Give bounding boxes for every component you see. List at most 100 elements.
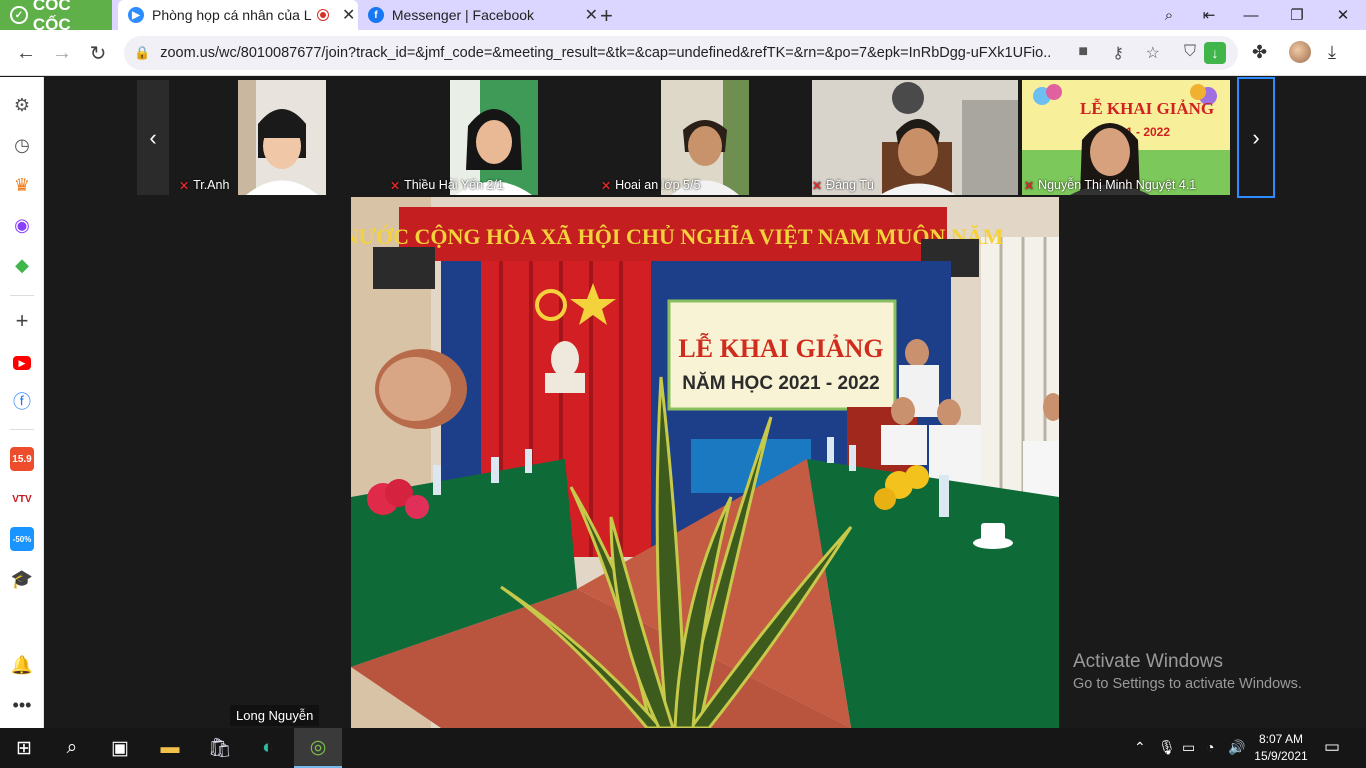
banner-text: NƯỚC CỘNG HÒA XÃ HỘI CHỦ NGHĨA VIỆT NAM … [351, 224, 1004, 249]
participant-name: ⨯ Nguyễn Thị Minh Nguyệt 4.1 [1024, 178, 1196, 192]
participant-name: ⨯ Thiều Hải Yến 2/1 [390, 178, 504, 192]
muted-mic-icon: ⨯ [390, 178, 401, 192]
sidebar-divider [10, 429, 34, 430]
messenger-icon[interactable]: ◉ [10, 213, 34, 237]
key-icon[interactable]: ⚷ [1112, 43, 1124, 63]
file-explorer-icon[interactable]: ▬ [146, 728, 194, 768]
participant-name: ⨯ Tr.Anh [179, 178, 229, 192]
coccoc-taskbar-icon[interactable]: ◎ [294, 728, 342, 768]
activation-watermark-title: Activate Windows [1073, 651, 1223, 672]
browser-sidebar: ⚙ ◷ ♛ ◉ ◆ + ▶ ⓕ 15.9 VTV -50% 🎓 🔔 ••• [0, 77, 44, 728]
profile-avatar[interactable] [1289, 41, 1311, 63]
activation-watermark-subtitle: Go to Settings to activate Windows. [1073, 676, 1302, 692]
edge-icon[interactable]: ◐ [244, 728, 292, 768]
gallery-prev-button[interactable]: ‹ [137, 80, 169, 195]
clock-date: 15/9/2021 [1254, 749, 1308, 763]
browser-toolbar: ← → ↻ 🔒 zoom.us/wc/8010087677/join?track… [0, 30, 1366, 76]
more-options-icon[interactable]: ••• [10, 693, 34, 717]
store-icon[interactable]: 🛍 [196, 728, 244, 768]
participant-video [238, 80, 326, 195]
new-tab-button[interactable]: + [600, 3, 613, 29]
tiki-icon[interactable]: -50% [10, 527, 34, 551]
participant-tile[interactable]: ⨯ Thiều Hải Yến 2/1 [388, 80, 598, 195]
task-view-icon[interactable]: ▣ [96, 728, 144, 768]
close-tab-icon[interactable]: ✕ [342, 5, 355, 25]
wifi-icon[interactable]: ◔ [1206, 739, 1214, 755]
participant-name: ⨯ Hoai an lớp 5/5 [601, 178, 700, 192]
windows-taskbar: ⊞ ⌕ ▣ ▬ 🛍 ◐ ◎ ⌃ 🎙 ▭ ◔ 🔊 8:07 AM 15/9/202… [0, 728, 1366, 768]
volume-icon[interactable]: 🔊 [1228, 739, 1245, 756]
participant-name-text: Hoai an lớp 5/5 [615, 178, 701, 192]
participant-tile[interactable]: ⨯ Đăng Tú [810, 80, 1020, 195]
address-bar[interactable]: 🔒 zoom.us/wc/8010087677/join?track_id=&j… [124, 36, 1238, 70]
back-arrow-icon[interactable]: ⇤ [1186, 0, 1232, 30]
facebook-icon: f [368, 7, 384, 23]
bookmark-star-icon[interactable]: ☆ [1146, 43, 1160, 63]
chevron-right-icon: › [1252, 124, 1260, 150]
windows-start-icon[interactable]: ⊞ [0, 728, 48, 768]
taskbar-clock[interactable]: 8:07 AM 15/9/2021 [1250, 731, 1312, 765]
coccoc-menu-button[interactable]: ✓ CỐC CỐC [0, 0, 112, 34]
participant-tile[interactable]: ⨯ Hoai an lớp 5/5 [599, 80, 809, 195]
history-icon[interactable]: ◷ [10, 133, 34, 157]
tab-strip: ✓ CỐC CỐC ▶ Phòng họp cá nhân của L ✕ f … [0, 0, 1366, 34]
recording-icon [318, 10, 328, 20]
minimize-button[interactable]: — [1228, 0, 1274, 30]
muted-mic-icon: ⨯ [601, 178, 612, 192]
muted-mic-icon: ⨯ [1024, 178, 1035, 192]
notification-bell-icon[interactable]: 🔔 [10, 653, 34, 677]
forward-button[interactable]: → [49, 40, 75, 66]
stage-year: NĂM HỌC 2021 - 2022 [682, 372, 879, 394]
tab-messenger[interactable]: f Messenger | Facebook ✕ [358, 0, 598, 30]
battery-icon[interactable]: ▭ [1182, 739, 1195, 756]
gamepad-icon[interactable]: ◆ [10, 253, 34, 277]
participant-name-text: Nguyễn Thị Minh Nguyệt 4.1 [1038, 178, 1197, 192]
sidebar-divider [10, 295, 34, 296]
active-speaker-video[interactable]: NƯỚC CỘNG HÒA XÃ HỘI CHỦ NGHĨA VIỆT NAM … [351, 197, 1059, 728]
restore-button[interactable]: ❐ [1274, 0, 1320, 30]
shopee-icon[interactable]: 15.9 [10, 447, 34, 471]
settings-gear-icon[interactable]: ⚙ [10, 93, 34, 117]
tab-title: Messenger | Facebook [391, 7, 535, 23]
ceremony-scene: NƯỚC CỘNG HÒA XÃ HỘI CHỦ NGHĨA VIỆT NAM … [351, 197, 1059, 728]
notification-center-icon[interactable]: ▭ [1324, 737, 1340, 757]
gallery-next-button[interactable]: › [1237, 77, 1275, 198]
muted-mic-icon: ⨯ [179, 178, 190, 192]
tab-zoom-meeting[interactable]: ▶ Phòng họp cá nhân của L ✕ [118, 0, 358, 30]
url-text[interactable]: zoom.us/wc/8010087677/join?track_id=&jmf… [160, 45, 1050, 61]
coccoc-logo-icon: ✓ [10, 6, 28, 24]
svg-text:LỄ KHAI GIẢNG: LỄ KHAI GIẢNG [1080, 99, 1214, 118]
shield-icon[interactable]: ⛉ [1184, 43, 1196, 61]
download-helper-icon[interactable]: ↓ [1204, 42, 1226, 64]
active-speaker-name: Long Nguyễn [230, 705, 320, 726]
participant-name-text: Đăng Tú [826, 178, 874, 192]
vtv-go-icon[interactable]: VTV [10, 487, 34, 511]
participant-tile[interactable]: ⨯ Tr.Anh [177, 80, 387, 195]
camera-icon[interactable]: ■ [1078, 43, 1088, 61]
back-button[interactable]: ← [13, 40, 39, 66]
lock-icon[interactable]: 🔒 [134, 45, 150, 61]
microphone-icon[interactable]: 🎙 [1158, 739, 1176, 756]
facebook-icon[interactable]: ⓕ [10, 389, 34, 413]
muted-mic-icon: ⨯ [812, 178, 823, 192]
participant-tile[interactable]: LỄ KHAI GIẢNG 1 - 2022 ⨯ Nguyễn Thị Minh… [1022, 80, 1230, 195]
search-icon[interactable]: ⌕ [48, 728, 96, 768]
participant-name: ⨯ Đăng Tú [812, 178, 874, 192]
close-tab-icon[interactable]: ✕ [585, 5, 598, 25]
reload-button[interactable]: ↻ [85, 40, 111, 66]
youtube-icon[interactable]: ▶ [13, 356, 31, 370]
participant-name-text: Tr.Anh [193, 178, 230, 192]
tab-title: Phòng họp cá nhân của L [152, 7, 312, 23]
chevron-left-icon: ‹ [149, 124, 157, 150]
close-window-button[interactable]: ✕ [1320, 0, 1366, 30]
add-sidebar-app-icon[interactable]: + [10, 308, 34, 333]
clock-time: 8:07 AM [1258, 732, 1304, 746]
zoom-meeting-area: ‹ ⨯ Tr.Anh ⨯ Thiều Hải Yến 2/1 ⨯ Hoai an… [44, 77, 1366, 728]
extensions-icon[interactable]: ✤ [1252, 42, 1267, 63]
education-hat-icon[interactable]: 🎓 [10, 567, 34, 591]
tray-overflow-icon[interactable]: ⌃ [1134, 739, 1146, 756]
stage-title: LỄ KHAI GIẢNG [678, 334, 883, 363]
participant-name-text: Thiều Hải Yến 2/1 [404, 178, 504, 192]
downloads-icon[interactable]: ⤓ [1328, 42, 1336, 63]
crown-icon[interactable]: ♛ [10, 173, 34, 197]
